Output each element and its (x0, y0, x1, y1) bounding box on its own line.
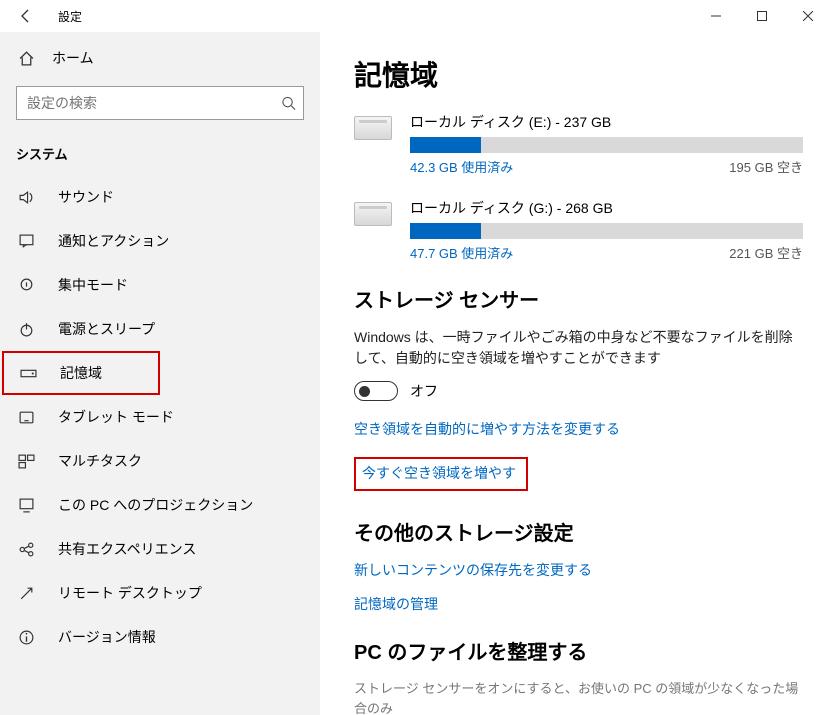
disk-title: ローカル ディスク (G:) - 268 GB (410, 198, 803, 218)
close-button[interactable] (785, 0, 831, 32)
home-icon (16, 50, 36, 67)
sidebar-item-remote[interactable]: リモート デスクトップ (0, 571, 320, 615)
nav-label: 記憶域 (60, 363, 102, 383)
nav-label: 共有エクスペリエンス (58, 539, 196, 559)
usage-bar (410, 137, 803, 153)
share-icon (16, 541, 36, 558)
nav-label: この PC へのプロジェクション (58, 495, 253, 515)
minimize-button[interactable] (693, 0, 739, 32)
remote-icon (16, 585, 36, 602)
search-input[interactable] (16, 86, 304, 120)
nav-label: サウンド (58, 187, 114, 207)
nav-label: 集中モード (58, 275, 128, 295)
nav-label: タブレット モード (58, 407, 174, 427)
disk-icon (354, 116, 392, 140)
disk-used: 47.7 GB 使用済み (410, 243, 513, 262)
link-free-now[interactable]: 今すぐ空き領域を増やす (354, 457, 528, 491)
nav-label: 電源とスリープ (58, 319, 155, 339)
nav-label: バージョン情報 (58, 627, 156, 647)
home-button[interactable]: ホーム (0, 38, 320, 78)
maximize-button[interactable] (739, 0, 785, 32)
search-icon (281, 96, 296, 111)
info-icon (16, 629, 36, 646)
other-heading: その他のストレージ設定 (354, 517, 803, 546)
sidebar-item-power[interactable]: 電源とスリープ (0, 307, 320, 351)
nav-label: 通知とアクション (58, 231, 169, 251)
projection-icon (16, 497, 36, 514)
organize-heading: PC のファイルを整理する (354, 636, 803, 665)
toggle-label: オフ (410, 381, 438, 401)
sidebar-item-tablet[interactable]: タブレット モード (0, 395, 320, 439)
disk-used: 42.3 GB 使用済み (410, 157, 513, 176)
sidebar-item-shared[interactable]: 共有エクスペリエンス (0, 527, 320, 571)
multitask-icon (16, 453, 36, 470)
disk-icon (354, 202, 392, 226)
disk-free: 195 GB 空き (729, 157, 803, 176)
sidebar-item-about[interactable]: バージョン情報 (0, 615, 320, 659)
back-button[interactable] (10, 0, 42, 32)
tablet-icon (16, 409, 36, 426)
window-title: 設定 (58, 8, 82, 25)
page-heading: 記憶域 (354, 54, 803, 94)
title-bar: 設定 (0, 0, 831, 32)
sound-icon (16, 189, 36, 206)
sidebar-item-sound[interactable]: サウンド (0, 175, 320, 219)
sidebar: ホーム システム サウンド 通知とアクション 集中モード 電源とスリープ 記憶域 (0, 32, 320, 715)
sensor-description: Windows は、一時ファイルやごみ箱の中身など不要なファイルを削除して、自動… (354, 327, 803, 369)
disk-row[interactable]: ローカル ディスク (G:) - 268 GB 47.7 GB 使用済み 221… (354, 198, 803, 262)
link-manage-storage[interactable]: 記憶域の管理 (354, 594, 803, 614)
sidebar-item-storage[interactable]: 記憶域 (2, 351, 160, 395)
disk-free: 221 GB 空き (729, 243, 803, 262)
disk-row[interactable]: ローカル ディスク (E:) - 237 GB 42.3 GB 使用済み 195… (354, 112, 803, 176)
nav-label: マルチタスク (58, 451, 142, 471)
home-label: ホーム (52, 48, 94, 68)
notification-icon (16, 233, 36, 250)
sidebar-item-focus[interactable]: 集中モード (0, 263, 320, 307)
main-content: 記憶域 ローカル ディスク (E:) - 237 GB 42.3 GB 使用済み… (320, 32, 831, 715)
focus-icon (16, 277, 36, 294)
nav-label: リモート デスクトップ (58, 583, 202, 603)
storage-icon (18, 365, 38, 382)
organize-description: ストレージ センサーをオンにすると、お使いの PC の領域が少なくなった場合のみ (354, 679, 803, 715)
sidebar-item-notifications[interactable]: 通知とアクション (0, 219, 320, 263)
link-save-location[interactable]: 新しいコンテンツの保存先を変更する (354, 560, 803, 580)
disk-title: ローカル ディスク (E:) - 237 GB (410, 112, 803, 132)
link-change-auto[interactable]: 空き領域を自動的に増やす方法を変更する (354, 419, 620, 439)
sidebar-item-multitask[interactable]: マルチタスク (0, 439, 320, 483)
sensor-toggle[interactable] (354, 381, 398, 401)
power-icon (16, 321, 36, 338)
sidebar-item-projection[interactable]: この PC へのプロジェクション (0, 483, 320, 527)
sensor-heading: ストレージ センサー (354, 284, 803, 313)
sidebar-group-label: システム (0, 136, 320, 175)
usage-bar (410, 223, 803, 239)
